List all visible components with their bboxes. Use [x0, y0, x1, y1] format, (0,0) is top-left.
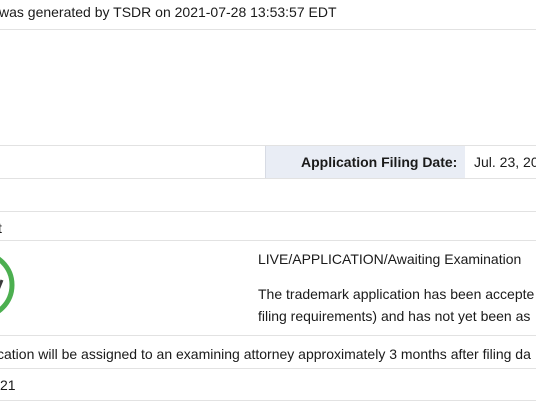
divider	[0, 368, 536, 369]
divider	[0, 400, 536, 401]
filing-date-value: Jul. 23, 20	[474, 154, 536, 170]
section-fragment: t	[0, 219, 2, 237]
status-description-line2: filing requirements) and has not yet bee…	[258, 308, 531, 324]
divider	[0, 335, 536, 336]
divider	[0, 240, 536, 241]
divider	[0, 211, 536, 212]
status-circle	[0, 256, 15, 314]
bottom-fragment: 21	[0, 377, 16, 393]
status-description-line1: The trademark application has been accep…	[258, 286, 535, 302]
status-title: LIVE/APPLICATION/Awaiting Examination	[258, 251, 522, 267]
divider	[0, 178, 536, 179]
divider	[0, 29, 536, 30]
check-circle-icon	[0, 256, 15, 314]
check-mark	[0, 279, 4, 290]
examination-note: cation will be assigned to an examining …	[0, 346, 531, 362]
filing-date-label: Application Filing Date:	[301, 154, 458, 170]
generated-notice: was generated by TSDR on 2021-07-28 13:5…	[0, 4, 337, 20]
